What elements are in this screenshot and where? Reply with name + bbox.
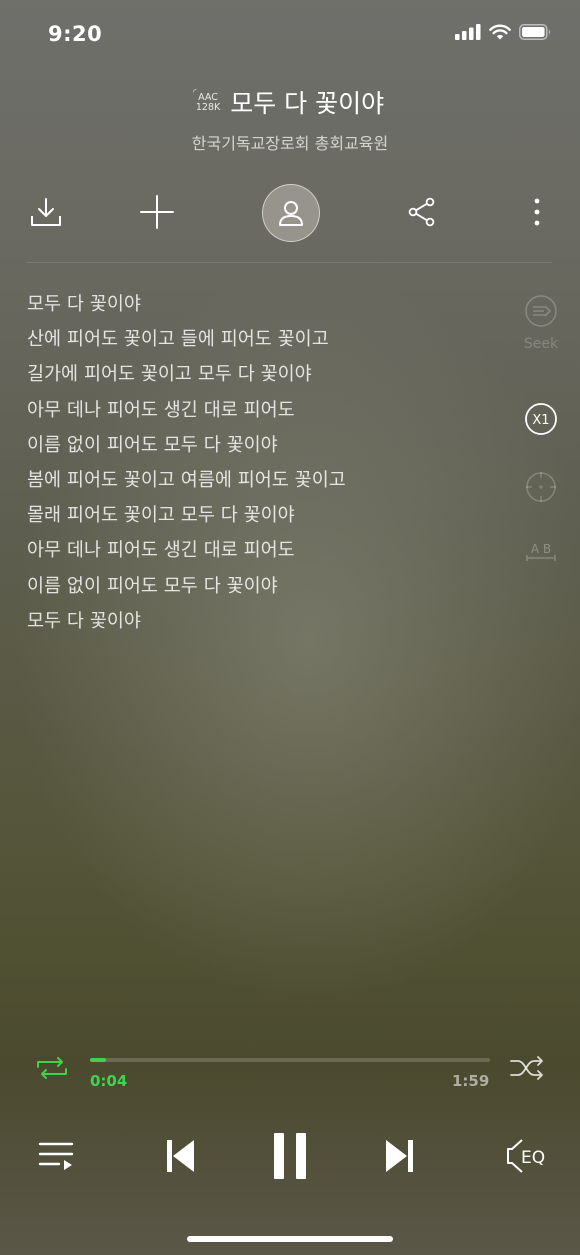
track-title[interactable]: 모두 다 꽃이야 [230, 84, 384, 120]
battery-icon [519, 24, 551, 40]
codec-badge: ◜ AAC 128K [192, 88, 221, 113]
previous-button[interactable] [158, 1134, 202, 1178]
ab-repeat-icon: A B [526, 542, 556, 561]
lyrics-view[interactable]: 모두 다 꽃이야 산에 피어도 꽃이고 들에 피어도 꽃이고 길가에 피어도 꽃… [27, 292, 346, 644]
artist-profile-button[interactable] [262, 184, 320, 242]
seek-label: Seek [523, 336, 559, 352]
quality-arc-icon: ◜ [192, 88, 197, 98]
download-icon [31, 198, 61, 226]
artist-name[interactable]: 한국기독교장로회 총회교육원 [0, 130, 580, 154]
lyric-line: 길가에 피어도 꽃이고 모두 다 꽃이야 [27, 364, 312, 386]
lyric-line: 산에 피어도 꽃이고 들에 피어도 꽃이고 [27, 329, 329, 351]
share-button[interactable] [400, 190, 444, 234]
lyric-line: 봄에 피어도 꽃이고 여름에 피어도 꽃이고 [27, 469, 346, 491]
home-indicator[interactable] [187, 1236, 393, 1242]
sync-lyrics-button[interactable] [519, 470, 563, 504]
total-time: 1:59 [452, 1072, 490, 1090]
add-to-playlist-button[interactable] [135, 190, 179, 234]
ab-label: A B [531, 542, 551, 556]
status-time: 9:20 [48, 22, 103, 46]
progress-track[interactable] [90, 1058, 490, 1062]
skip-previous-icon [167, 1140, 194, 1172]
speed-icon: X1 [525, 403, 557, 435]
speed-label: X1 [532, 413, 549, 428]
playback-speed-button[interactable]: X1 [519, 402, 563, 436]
seek-icon [525, 295, 557, 327]
playlist-icon [38, 1142, 74, 1170]
eq-label: EQ [521, 1148, 545, 1168]
ab-repeat-button[interactable]: A B [519, 540, 563, 562]
seek-button[interactable]: Seek [519, 294, 563, 352]
person-icon [279, 201, 303, 226]
lyric-line: 아무 데나 피어도 생긴 대로 피어도 [27, 540, 295, 562]
pause-button[interactable] [264, 1128, 316, 1184]
cellular-signal-icon [455, 24, 481, 40]
lyric-line: 이름 없이 피어도 모두 다 꽃이야 [27, 434, 278, 456]
track-header: ◜ AAC 128K 모두 다 꽃이야 [0, 84, 580, 120]
playlist-button[interactable] [34, 1134, 78, 1178]
wifi-icon [489, 24, 511, 40]
more-options-button[interactable] [515, 190, 559, 234]
skip-next-icon [386, 1140, 413, 1172]
speaker-eq-icon: EQ [507, 1139, 545, 1173]
lyric-line: 아무 데나 피어도 생긴 대로 피어도 [27, 399, 295, 421]
target-icon [526, 472, 556, 502]
more-vertical-icon [534, 198, 540, 226]
pause-icon [274, 1133, 306, 1179]
lyric-line: 모두 다 꽃이야 [27, 294, 141, 315]
repeat-button[interactable] [34, 1057, 70, 1083]
shuffle-icon [510, 1056, 543, 1080]
status-icons [455, 24, 552, 40]
shuffle-button[interactable] [509, 1055, 547, 1085]
share-icon [408, 197, 435, 227]
lyric-line: 몰래 피어도 꽃이고 모두 다 꽃이야 [27, 505, 295, 527]
equalizer-button[interactable]: EQ [504, 1136, 556, 1176]
elapsed-time: 0:04 [90, 1072, 128, 1090]
download-button[interactable] [24, 190, 68, 234]
lyric-line: 이름 없이 피어도 모두 다 꽃이야 [27, 575, 278, 597]
header-divider [26, 262, 552, 263]
codec-bitrate: 128K [195, 102, 221, 113]
lyric-line: 모두 다 꽃이야 [27, 610, 141, 632]
repeat-icon [37, 1057, 67, 1079]
plus-icon [140, 195, 174, 229]
progress-fill [90, 1058, 106, 1062]
next-button[interactable] [378, 1134, 422, 1178]
